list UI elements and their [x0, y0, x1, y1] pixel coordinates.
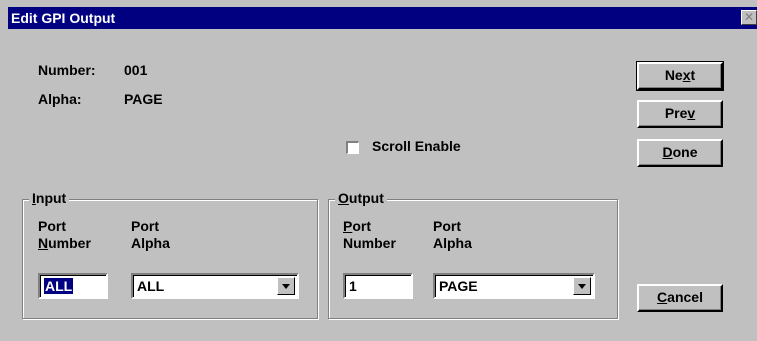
input-port-number-rest: umber	[48, 235, 91, 251]
input-group-title: Input	[29, 190, 70, 206]
output-port-alpha-value: PAGE	[439, 278, 478, 294]
scroll-enable-label[interactable]: Scroll Enable	[372, 138, 461, 154]
output-group: Output Port Number Port Alpha 1 PAGE	[328, 190, 618, 319]
input-port-number-key: N	[38, 235, 49, 251]
input-port-number-field[interactable]: ALL	[38, 273, 108, 299]
prev-label-key: v	[687, 105, 696, 121]
next-button[interactable]: Next	[636, 61, 724, 91]
output-port-alpha-label-line1: Port	[433, 218, 461, 234]
done-label-post: one	[672, 144, 698, 160]
window-title: Edit GPI Output	[11, 10, 116, 26]
output-port-alpha-dropdown[interactable]: PAGE	[433, 273, 595, 299]
output-port-number-field[interactable]: 1	[343, 273, 413, 299]
output-group-title: Output	[335, 190, 387, 206]
output-port-number-value: 1	[349, 278, 357, 294]
next-label-key: x	[682, 67, 691, 83]
chevron-down-icon[interactable]	[573, 277, 591, 295]
number-label: Number:	[38, 62, 96, 78]
chevron-down-icon[interactable]	[277, 277, 295, 295]
done-label-key: D	[662, 144, 673, 160]
cancel-label-key: C	[657, 289, 668, 305]
input-group: Input Port Number Port Alpha ALL ALL	[22, 190, 318, 319]
input-port-alpha-value: ALL	[137, 278, 165, 294]
output-port-rest: ort	[352, 218, 372, 234]
next-label-pre: Ne	[664, 67, 683, 83]
input-port-number-label-line2: Number	[38, 235, 91, 251]
number-value: 001	[124, 62, 148, 78]
alpha-value: PAGE	[124, 91, 163, 107]
close-icon[interactable]: ✕	[741, 10, 757, 25]
done-button[interactable]: Done	[637, 139, 723, 167]
prev-label-pre: Pre	[664, 105, 688, 121]
input-port-number-label-line1: Port	[38, 218, 66, 234]
output-port-number-label-line1: Port	[343, 218, 371, 234]
input-port-alpha-dropdown[interactable]: ALL	[131, 273, 299, 299]
title-bar: Edit GPI Output ✕	[8, 7, 757, 29]
output-title-key: O	[338, 190, 349, 206]
alpha-label: Alpha:	[38, 91, 82, 107]
cancel-button[interactable]: Cancel	[637, 284, 723, 312]
prev-button[interactable]: Prev	[637, 100, 723, 128]
input-port-alpha-label-line1: Port	[131, 218, 159, 234]
next-label-post: t	[690, 67, 696, 83]
output-port-number-label-line2: Number	[343, 235, 396, 251]
output-title-rest: utput	[348, 190, 384, 206]
output-port-alpha-label-line2: Alpha	[433, 235, 472, 251]
cancel-label-post: ancel	[667, 289, 703, 305]
scroll-enable-checkbox[interactable]	[346, 141, 359, 154]
input-port-alpha-label-line2: Alpha	[131, 235, 170, 251]
input-title-rest: nput	[35, 190, 67, 206]
edit-gpi-output-dialog: Edit GPI Output ✕ Number: 001 Alpha: PAG…	[0, 0, 757, 341]
dialog-body: Number: 001 Alpha: PAGE Scroll Enable Ne…	[8, 29, 757, 341]
input-port-number-value: ALL	[44, 278, 74, 294]
output-port-key: P	[343, 218, 353, 234]
